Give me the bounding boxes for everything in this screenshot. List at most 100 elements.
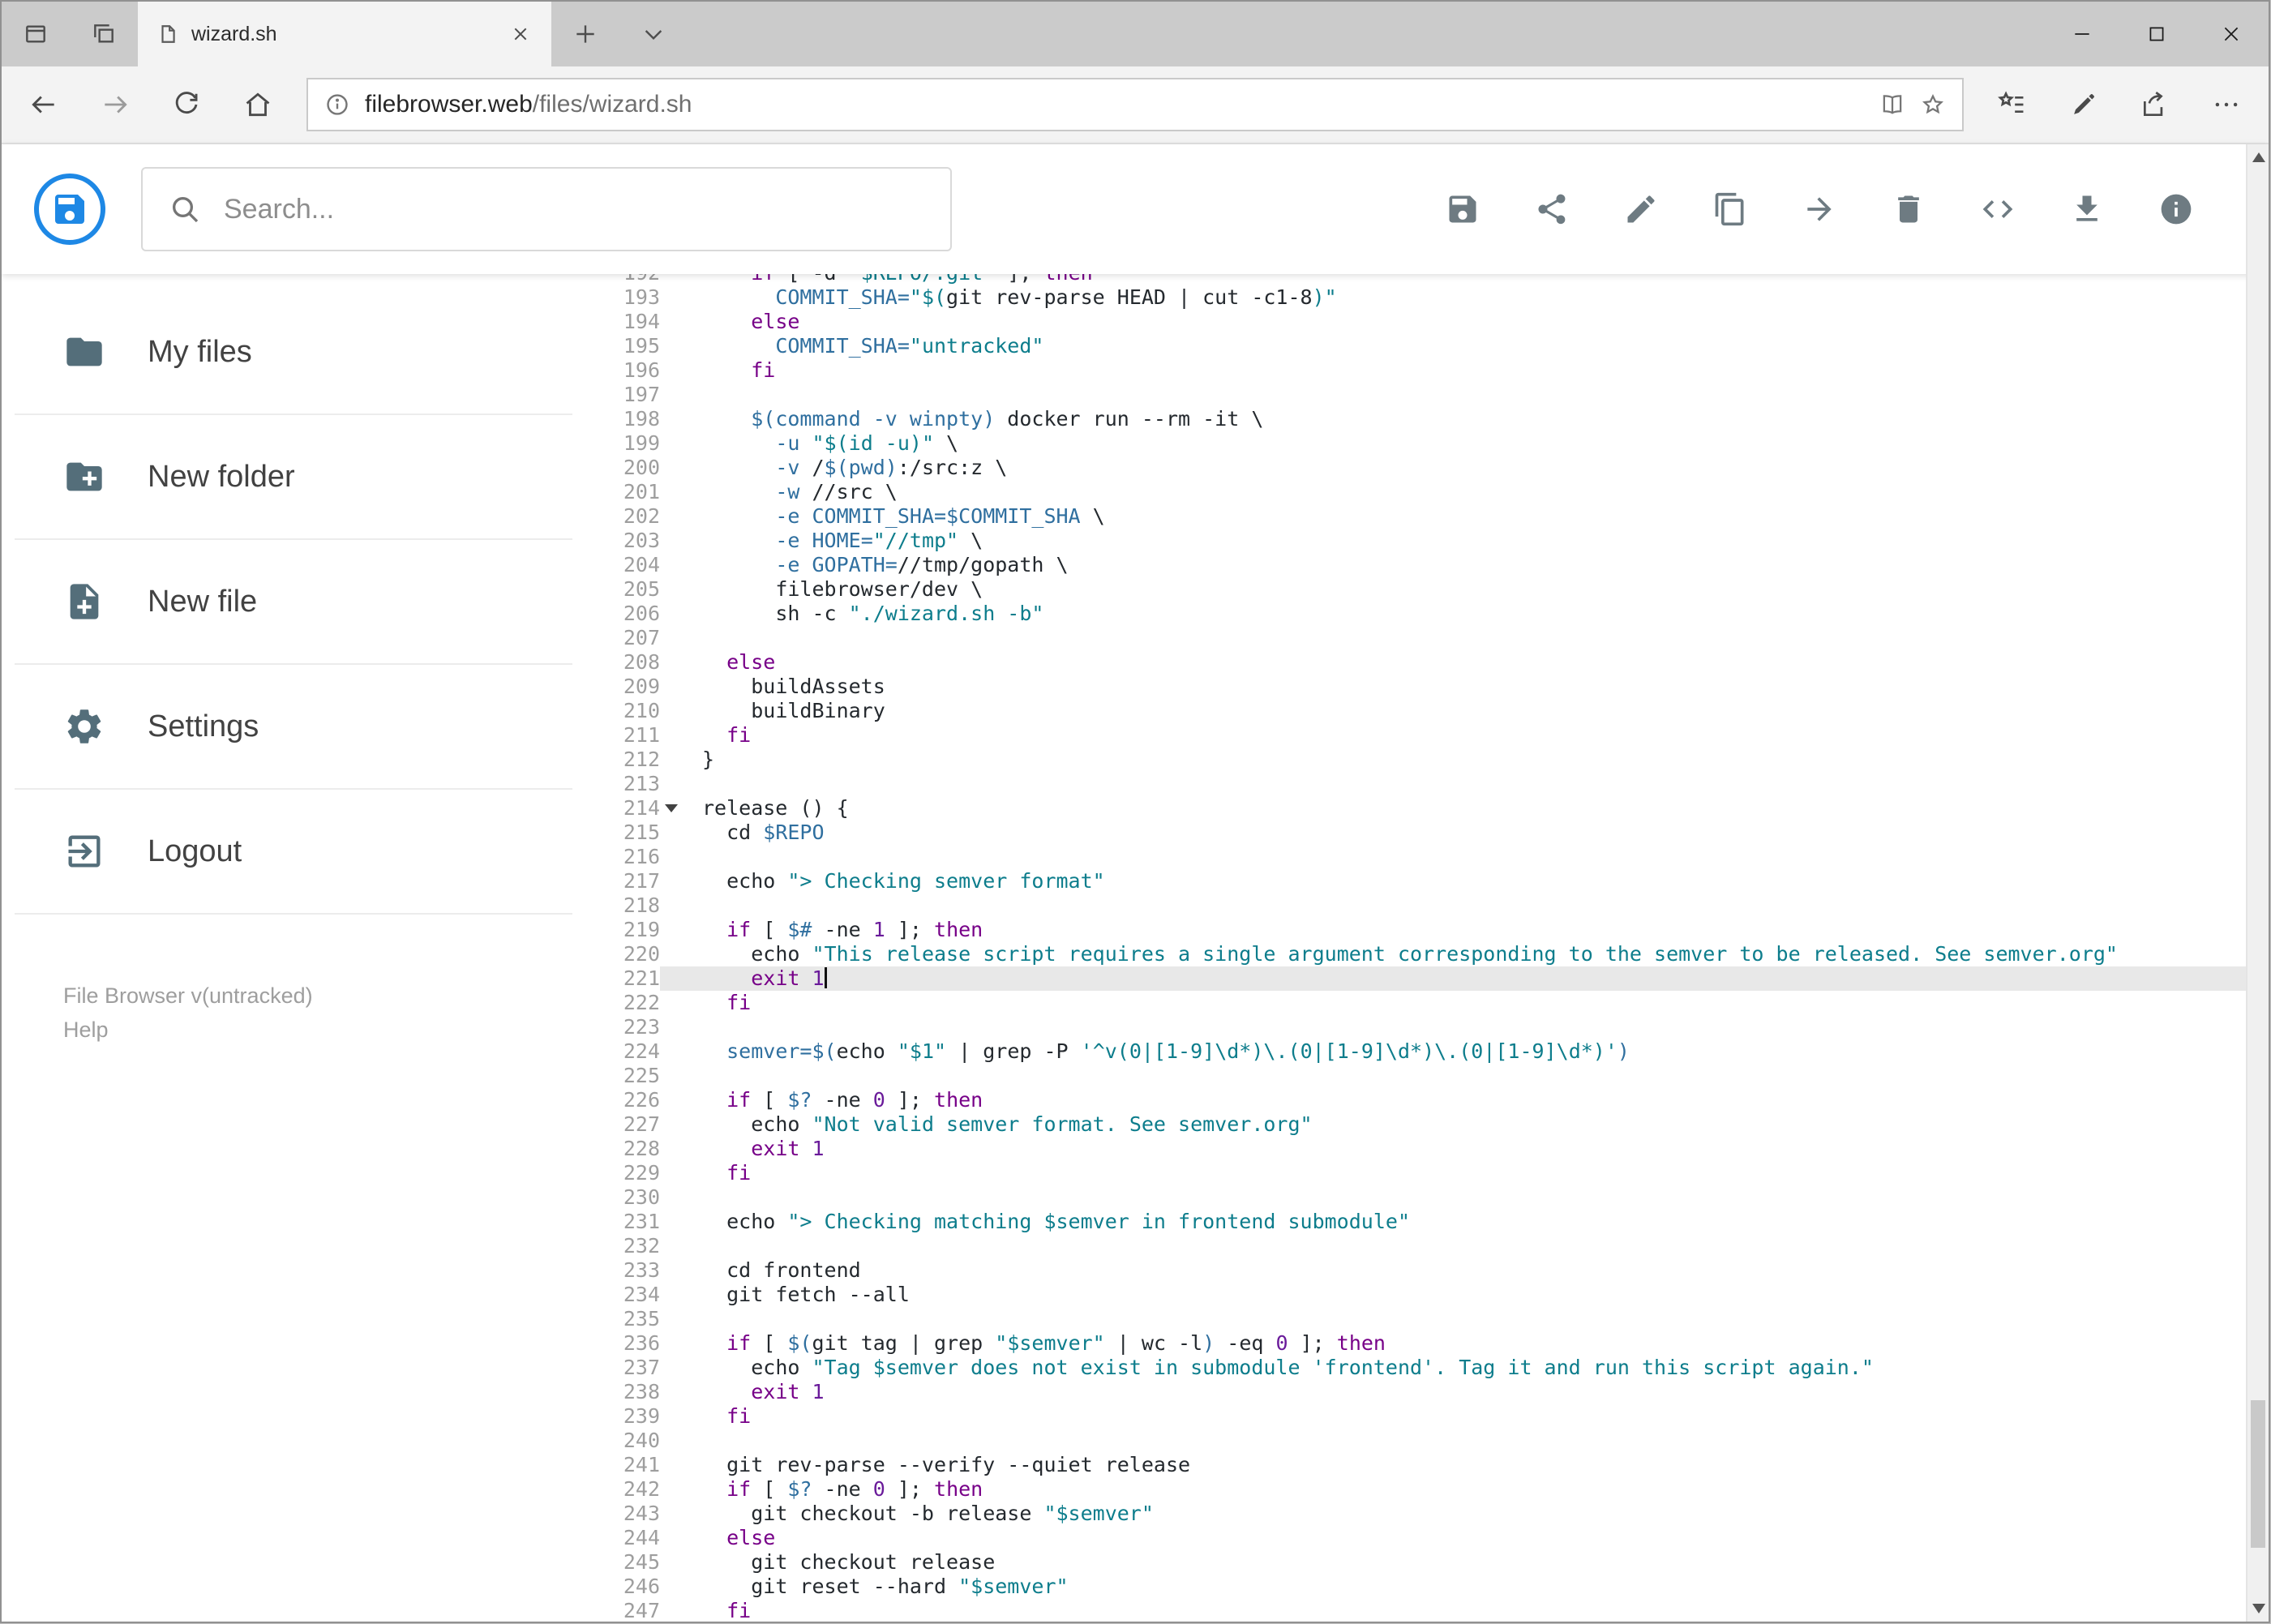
code-line-223[interactable]: 223 bbox=[585, 1015, 2246, 1039]
delete-icon[interactable] bbox=[1891, 191, 1926, 227]
tabs-preview-icon[interactable] bbox=[70, 2, 138, 66]
code-line-228[interactable]: 228 exit 1 bbox=[585, 1137, 2246, 1161]
maximize-button[interactable] bbox=[2119, 2, 2194, 66]
sidebar-item-settings[interactable]: Settings bbox=[15, 665, 572, 790]
filebrowser-logo-icon[interactable] bbox=[34, 174, 105, 245]
code-line-227[interactable]: 227 echo "Not valid semver format. See s… bbox=[585, 1112, 2246, 1137]
help-link[interactable]: Help bbox=[63, 1013, 585, 1048]
code-line-235[interactable]: 235 bbox=[585, 1307, 2246, 1331]
code-line-224[interactable]: 224 semver=$(echo "$1" | grep -P '^v(0|[… bbox=[585, 1039, 2246, 1064]
code-line-211[interactable]: 211 fi bbox=[585, 723, 2246, 748]
move-icon[interactable] bbox=[1802, 191, 1837, 227]
info-icon[interactable] bbox=[2158, 191, 2194, 227]
sidebar-item-new-folder[interactable]: New folder bbox=[15, 415, 572, 540]
minimize-button[interactable] bbox=[2045, 2, 2119, 66]
code-line-198[interactable]: 198 $(command -v winpty) docker run --rm… bbox=[585, 407, 2246, 431]
code-line-202[interactable]: 202 -e COMMIT_SHA=$COMMIT_SHA \ bbox=[585, 504, 2246, 529]
copy-icon[interactable] bbox=[1712, 191, 1748, 227]
code-line-247[interactable]: 247 fi bbox=[585, 1599, 2246, 1622]
back-button[interactable] bbox=[8, 69, 79, 140]
code-line-239[interactable]: 239 fi bbox=[585, 1404, 2246, 1429]
fold-arrow-icon[interactable] bbox=[665, 804, 678, 812]
site-info-icon[interactable] bbox=[324, 92, 350, 118]
code-line-215[interactable]: 215 cd $REPO bbox=[585, 821, 2246, 845]
code-line-212[interactable]: 212} bbox=[585, 748, 2246, 772]
code-editor[interactable]: 192 if [ -d "$REPO/.git" ]; then193 COMM… bbox=[585, 274, 2269, 1622]
code-line-199[interactable]: 199 -u "$(id -u)" \ bbox=[585, 431, 2246, 456]
code-line-244[interactable]: 244 else bbox=[585, 1526, 2246, 1550]
code-line-214[interactable]: 214 release () { bbox=[585, 796, 2246, 821]
annotate-pen-icon[interactable] bbox=[2048, 69, 2119, 140]
code-line-237[interactable]: 237 echo "Tag $semver does not exist in … bbox=[585, 1356, 2246, 1380]
code-line-204[interactable]: 204 -e GOPATH=//tmp/gopath \ bbox=[585, 553, 2246, 577]
code-line-193[interactable]: 193 COMMIT_SHA="$(git rev-parse HEAD | c… bbox=[585, 285, 2246, 310]
code-line-208[interactable]: 208 else bbox=[585, 650, 2246, 675]
new-tab-button[interactable] bbox=[551, 2, 619, 66]
tab-close-icon[interactable] bbox=[499, 13, 542, 55]
code-line-234[interactable]: 234 git fetch --all bbox=[585, 1283, 2246, 1307]
code-line-206[interactable]: 206 sh -c "./wizard.sh -b" bbox=[585, 602, 2246, 626]
code-line-238[interactable]: 238 exit 1 bbox=[585, 1380, 2246, 1404]
close-window-button[interactable] bbox=[2194, 2, 2269, 66]
search-box[interactable] bbox=[141, 167, 952, 251]
code-line-196[interactable]: 196 fi bbox=[585, 358, 2246, 383]
code-line-217[interactable]: 217 echo "> Checking semver format" bbox=[585, 869, 2246, 893]
code-line-243[interactable]: 243 git checkout -b release "$semver" bbox=[585, 1502, 2246, 1526]
tab-wizard-sh[interactable]: wizard.sh bbox=[138, 2, 551, 66]
code-line-194[interactable]: 194 else bbox=[585, 310, 2246, 334]
code-line-200[interactable]: 200 -v /$(pwd):/src:z \ bbox=[585, 456, 2246, 480]
share-icon[interactable] bbox=[1534, 191, 1570, 227]
code-icon[interactable] bbox=[1980, 191, 2016, 227]
code-line-220[interactable]: 220 echo "This release script requires a… bbox=[585, 942, 2246, 966]
edit-icon[interactable] bbox=[1623, 191, 1659, 227]
code-line-229[interactable]: 229 fi bbox=[585, 1161, 2246, 1185]
reading-view-icon[interactable] bbox=[1879, 92, 1905, 118]
scrollbar-thumb[interactable] bbox=[2251, 1399, 2265, 1548]
code-line-241[interactable]: 241 git rev-parse --verify --quiet relea… bbox=[585, 1453, 2246, 1477]
code-line-246[interactable]: 246 git reset --hard "$semver" bbox=[585, 1575, 2246, 1599]
search-input[interactable] bbox=[224, 193, 924, 225]
code-line-209[interactable]: 209 buildAssets bbox=[585, 675, 2246, 699]
forward-button[interactable] bbox=[79, 69, 151, 140]
code-line-203[interactable]: 203 -e HOME="//tmp" \ bbox=[585, 529, 2246, 553]
code-line-197[interactable]: 197 bbox=[585, 383, 2246, 407]
page-scrollbar[interactable] bbox=[2246, 144, 2269, 1622]
share-icon[interactable] bbox=[2119, 69, 2191, 140]
code-line-222[interactable]: 222 fi bbox=[585, 991, 2246, 1015]
code-line-232[interactable]: 232 bbox=[585, 1234, 2246, 1258]
sidebar-item-new-file[interactable]: New file bbox=[15, 540, 572, 665]
sidebar-item-my-files[interactable]: My files bbox=[15, 290, 572, 415]
set-tabs-aside-icon[interactable] bbox=[2, 2, 70, 66]
code-line-231[interactable]: 231 echo "> Checking matching $semver in… bbox=[585, 1210, 2246, 1234]
add-favorite-star-icon[interactable] bbox=[1920, 92, 1946, 118]
code-line-236[interactable]: 236 if [ $(git tag | grep "$semver" | wc… bbox=[585, 1331, 2246, 1356]
code-line-233[interactable]: 233 cd frontend bbox=[585, 1258, 2246, 1283]
code-line-192[interactable]: 192 if [ -d "$REPO/.git" ]; then bbox=[585, 274, 2246, 285]
code-line-221[interactable]: 221 exit 1 bbox=[585, 966, 2246, 991]
address-bar[interactable]: filebrowser.web/files/wizard.sh bbox=[306, 78, 1964, 131]
code-line-205[interactable]: 205 filebrowser/dev \ bbox=[585, 577, 2246, 602]
code-line-240[interactable]: 240 bbox=[585, 1429, 2246, 1453]
code-line-225[interactable]: 225 bbox=[585, 1064, 2246, 1088]
refresh-button[interactable] bbox=[151, 69, 222, 140]
save-icon[interactable] bbox=[1445, 191, 1480, 227]
code-line-242[interactable]: 242 if [ $? -ne 0 ]; then bbox=[585, 1477, 2246, 1502]
scroll-down-arrow-icon[interactable] bbox=[2252, 1604, 2265, 1613]
code-line-218[interactable]: 218 bbox=[585, 893, 2246, 918]
code-line-195[interactable]: 195 COMMIT_SHA="untracked" bbox=[585, 334, 2246, 358]
more-menu-icon[interactable] bbox=[2191, 69, 2262, 140]
code-line-210[interactable]: 210 buildBinary bbox=[585, 699, 2246, 723]
code-line-219[interactable]: 219 if [ $# -ne 1 ]; then bbox=[585, 918, 2246, 942]
code-line-213[interactable]: 213 bbox=[585, 772, 2246, 796]
code-line-207[interactable]: 207 bbox=[585, 626, 2246, 650]
code-line-230[interactable]: 230 bbox=[585, 1185, 2246, 1210]
code-line-201[interactable]: 201 -w //src \ bbox=[585, 480, 2246, 504]
home-button[interactable] bbox=[222, 69, 294, 140]
favorites-hub-icon[interactable] bbox=[1977, 69, 2048, 140]
code-line-216[interactable]: 216 bbox=[585, 845, 2246, 869]
download-icon[interactable] bbox=[2069, 191, 2105, 227]
sidebar-item-logout[interactable]: Logout bbox=[15, 790, 572, 915]
code-line-226[interactable]: 226 if [ $? -ne 0 ]; then bbox=[585, 1088, 2246, 1112]
tab-list-chevron-icon[interactable] bbox=[619, 2, 688, 66]
code-line-245[interactable]: 245 git checkout release bbox=[585, 1550, 2246, 1575]
